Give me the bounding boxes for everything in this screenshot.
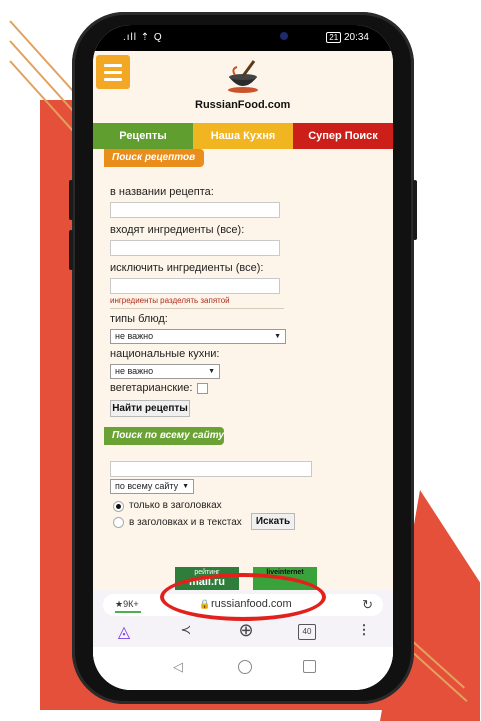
tabs-count: 40 (302, 627, 312, 636)
chevron-down-icon: ▼ (274, 333, 281, 340)
cuisine-label: национальные кухни: (110, 348, 220, 360)
hamburger-menu-button[interactable] (96, 55, 130, 89)
radio-titles-only[interactable] (113, 501, 124, 512)
recipe-name-label: в названии рецепта: (110, 186, 214, 198)
nav-tabs: Рецепты Наша Кухня Супер Поиск (93, 123, 393, 149)
camera-icon (280, 32, 288, 40)
signal-indicators: .ıll ⇡ Q (123, 32, 163, 43)
site-rating[interactable]: ★9К+ (115, 599, 139, 610)
cuisine-value: не важно (115, 366, 154, 376)
vegetarian-label: вегетарианские: (110, 382, 193, 394)
site-search-button[interactable]: Искать (251, 513, 295, 530)
logo-text[interactable]: RussianFood.com (195, 99, 290, 111)
recent-apps-icon[interactable] (303, 660, 316, 673)
rating-underline (115, 611, 141, 613)
battery-indicator: 21 (326, 32, 342, 43)
phone-side-button (69, 230, 73, 270)
chevron-down-icon: ▼ (182, 483, 189, 490)
find-recipes-button[interactable]: Найти рецепты (110, 400, 190, 417)
radio-titles-and-texts-label: в заголовках и в текстах (129, 517, 242, 528)
logo-icon[interactable] (221, 59, 265, 95)
android-navbar: ◁ (93, 647, 393, 690)
share-icon[interactable]: ≺ (175, 622, 197, 638)
phone-side-button (69, 180, 73, 220)
clock: 20:34 (343, 32, 369, 43)
search-scope-value: по всему сайту (115, 481, 179, 491)
dish-type-select[interactable]: не важно ▼ (110, 329, 286, 344)
status-right: 21 20:34 (326, 32, 369, 43)
phone-side-button (413, 180, 417, 240)
radio-titles-only-label: только в заголовках (129, 500, 222, 511)
tab-recipes[interactable]: Рецепты (93, 123, 193, 149)
ingredients-input[interactable] (110, 240, 280, 256)
new-tab-icon[interactable]: ⊕ (235, 620, 257, 641)
section-title-site-search: Поиск по всему сайту (104, 427, 224, 445)
divider (110, 308, 284, 309)
vegetarian-checkbox[interactable] (197, 383, 208, 394)
site-search-input[interactable] (110, 461, 312, 477)
tab-super-search[interactable]: Супер Поиск (293, 123, 393, 149)
annotation-highlight-oval (160, 573, 326, 621)
tab-our-kitchen[interactable]: Наша Кухня (193, 123, 293, 149)
dish-type-label: типы блюд: (110, 313, 168, 325)
section-title-recipe-search: Поиск рецептов (104, 149, 204, 167)
search-scope-select[interactable]: по всему сайту ▼ (110, 479, 194, 494)
alice-assistant-icon[interactable]: ◬ (113, 622, 135, 642)
radio-titles-and-texts[interactable] (113, 517, 124, 528)
back-icon[interactable]: ◁ (173, 659, 183, 675)
notch (203, 25, 283, 45)
exclude-ingredients-input[interactable] (110, 278, 280, 294)
tabs-count-icon[interactable]: 40 (298, 624, 316, 640)
ingredients-hint: ингредиенты разделять запятой (110, 296, 230, 305)
dish-type-value: не важно (115, 331, 154, 341)
reload-icon[interactable]: ↻ (362, 597, 373, 613)
home-icon[interactable] (238, 660, 252, 674)
recipe-name-input[interactable] (110, 202, 280, 218)
website-content: RussianFood.com Рецепты Наша Кухня Супер… (93, 51, 393, 616)
ingredients-label: входят ингредиенты (все): (110, 224, 245, 236)
exclude-ingredients-label: исключить ингредиенты (все): (110, 262, 264, 274)
chevron-down-icon: ▼ (208, 368, 215, 375)
more-menu-icon[interactable]: ⋮ (357, 622, 371, 638)
cuisine-select[interactable]: не важно ▼ (110, 364, 220, 379)
